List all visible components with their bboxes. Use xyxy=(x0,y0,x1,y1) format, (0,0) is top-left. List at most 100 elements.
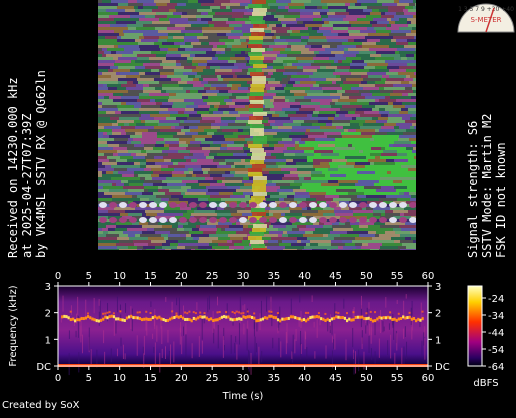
sstv-pixel-band xyxy=(404,213,416,216)
sstv-pixel-band xyxy=(229,24,242,27)
sstv-pixel-band xyxy=(326,129,344,132)
sstv-pixel-band xyxy=(329,141,349,144)
sstv-pixel-band xyxy=(368,33,389,36)
sstv-pixel-band xyxy=(309,75,329,78)
sstv-pixel-band xyxy=(196,66,206,69)
sstv-pixel-band xyxy=(128,189,144,192)
spectrogram-trace-segment xyxy=(365,317,368,321)
sstv-pixel-band xyxy=(319,84,340,87)
spectrogram-noise-mark xyxy=(176,297,178,306)
sstv-pixel-band xyxy=(304,177,311,180)
sstv-pixel-band xyxy=(313,84,319,87)
sstv-pixel-band xyxy=(134,162,140,165)
sstv-pixel-band xyxy=(405,105,416,108)
spectrogram-trace-segment xyxy=(289,315,293,319)
sstv-pixel-band xyxy=(212,48,225,51)
sstv-pixel-band xyxy=(322,24,333,27)
sstv-pixel-band xyxy=(241,159,245,162)
sstv-pixel-band xyxy=(178,150,190,153)
spectrogram-trace-segment xyxy=(162,318,165,322)
sstv-pixel-band xyxy=(116,159,127,162)
sstv-pixel-band xyxy=(239,202,247,208)
sstv-pixel-band xyxy=(234,141,247,144)
sstv-pixel-band xyxy=(98,75,111,78)
sstv-pixel-band xyxy=(202,117,221,120)
sstv-pixel-band xyxy=(405,87,412,90)
sstv-pixel-band xyxy=(309,183,321,186)
sstv-pixel-band xyxy=(281,21,297,24)
sstv-pixel-band xyxy=(116,243,134,246)
sstv-pixel-band xyxy=(328,234,340,237)
sstv-pixel-band xyxy=(244,246,252,249)
sstv-pixel-band xyxy=(190,90,198,93)
sstv-pixel-band xyxy=(125,114,141,117)
y-tick-label-right: DC xyxy=(435,362,450,373)
spectrogram-trace-segment xyxy=(207,318,211,322)
sstv-pixel-band xyxy=(286,162,296,165)
sstv-pixel-band xyxy=(219,90,228,93)
sstv-pixel-band xyxy=(139,93,149,96)
spectrogram-trace-segment xyxy=(80,317,83,321)
sstv-pixel-band xyxy=(313,165,330,168)
x-tick-label-bottom: 5 xyxy=(86,373,92,384)
sstv-pixel-band xyxy=(111,75,126,78)
sstv-pixel-band xyxy=(376,189,396,192)
spectrogram-trace-segment xyxy=(384,316,388,320)
spectrogram-trace-segment xyxy=(240,312,243,315)
sstv-pixel-band xyxy=(380,39,391,42)
sstv-pixel-band xyxy=(407,18,416,21)
sstv-pixel-band xyxy=(200,144,210,147)
sstv-pixel-band xyxy=(380,156,396,159)
sstv-pixel-band xyxy=(127,81,133,84)
sstv-pixel-band xyxy=(285,96,304,99)
sstv-pixel-band xyxy=(149,198,161,201)
sstv-pixel-band xyxy=(124,183,129,186)
sstv-pixel-band xyxy=(251,156,265,160)
sstv-pixel-band xyxy=(134,120,141,123)
sstv-pixel-band xyxy=(219,192,233,195)
spectrogram-trace-segment xyxy=(378,315,381,319)
sstv-pixel-band xyxy=(186,84,193,87)
sstv-pixel-band xyxy=(361,144,372,147)
sstv-pixel-band xyxy=(188,75,195,78)
sstv-pixel-band xyxy=(210,195,230,198)
sstv-pixel-band xyxy=(129,217,137,223)
spectrogram-noise-mark xyxy=(314,351,316,359)
sstv-pixel-band xyxy=(334,210,353,213)
sstv-pixel-band xyxy=(117,150,128,153)
sstv-pixel-band xyxy=(269,231,283,234)
sstv-pixel-band xyxy=(288,114,307,117)
sstv-pixel-band xyxy=(311,171,322,174)
spectrogram-noise-mark xyxy=(236,344,238,360)
sstv-pixel-band xyxy=(409,192,416,195)
sstv-pixel-band xyxy=(412,162,416,165)
sstv-pixel-band xyxy=(310,195,325,198)
sstv-pixel-band xyxy=(235,120,248,123)
sstv-pixel-band xyxy=(319,141,329,144)
sstv-pixel-band xyxy=(278,240,282,243)
sstv-pixel-band xyxy=(205,138,225,141)
sstv-pixel-band xyxy=(241,51,245,54)
sstv-pixel-band xyxy=(380,246,398,249)
sstv-pixel-band xyxy=(274,39,286,42)
sstv-pixel-band xyxy=(278,165,293,168)
sstv-pixel-band xyxy=(387,132,403,135)
sstv-pixel-band xyxy=(182,12,187,15)
spectrogram-noise-mark xyxy=(93,297,95,314)
sstv-pixel-band xyxy=(119,234,128,237)
sstv-pixel-band xyxy=(320,12,327,15)
sstv-pixel-band xyxy=(206,51,216,54)
spectrogram-trace-segment xyxy=(283,317,286,321)
spectrogram-trace-segment xyxy=(194,312,197,315)
sstv-pixel-band xyxy=(411,195,416,198)
sstv-pixel-band xyxy=(281,168,297,171)
sstv-pixel-band xyxy=(401,174,416,177)
sstv-pixel-band xyxy=(199,228,217,231)
spectrogram-trace-segment xyxy=(266,316,269,320)
sstv-pixel-band xyxy=(379,198,397,201)
credit: Created by SoX xyxy=(2,400,80,411)
sstv-pixel-band xyxy=(364,186,381,189)
sstv-pixel-band xyxy=(156,3,167,6)
sstv-pixel-band xyxy=(102,102,121,105)
sstv-pixel-band xyxy=(116,51,133,54)
